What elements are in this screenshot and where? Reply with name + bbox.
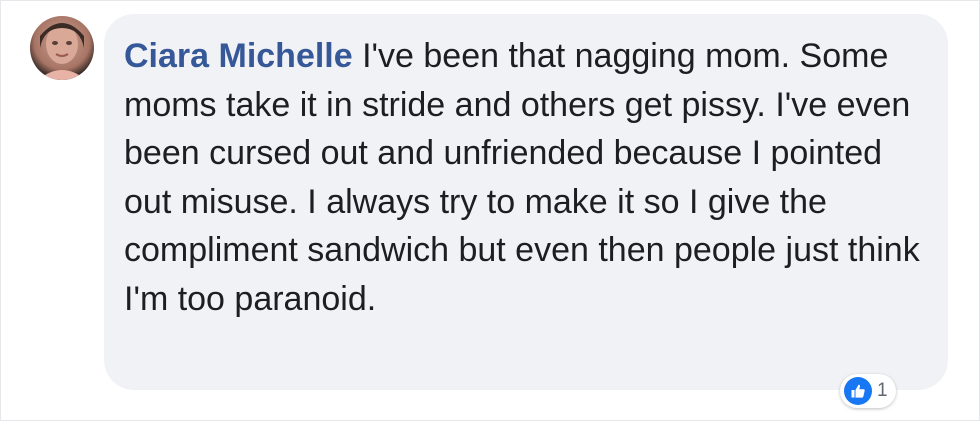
comment-text: Ciara Michelle I've been that nagging mo… [124, 32, 924, 323]
avatar[interactable] [30, 16, 94, 80]
like-icon [844, 377, 872, 405]
comment-body: I've been that nagging mom. Some moms ta… [124, 37, 930, 318]
reaction-summary[interactable]: 1 [840, 374, 896, 408]
avatar-photo [38, 23, 86, 80]
comment-author-link[interactable]: Ciara Michelle [124, 37, 353, 75]
reaction-count: 1 [877, 380, 888, 401]
